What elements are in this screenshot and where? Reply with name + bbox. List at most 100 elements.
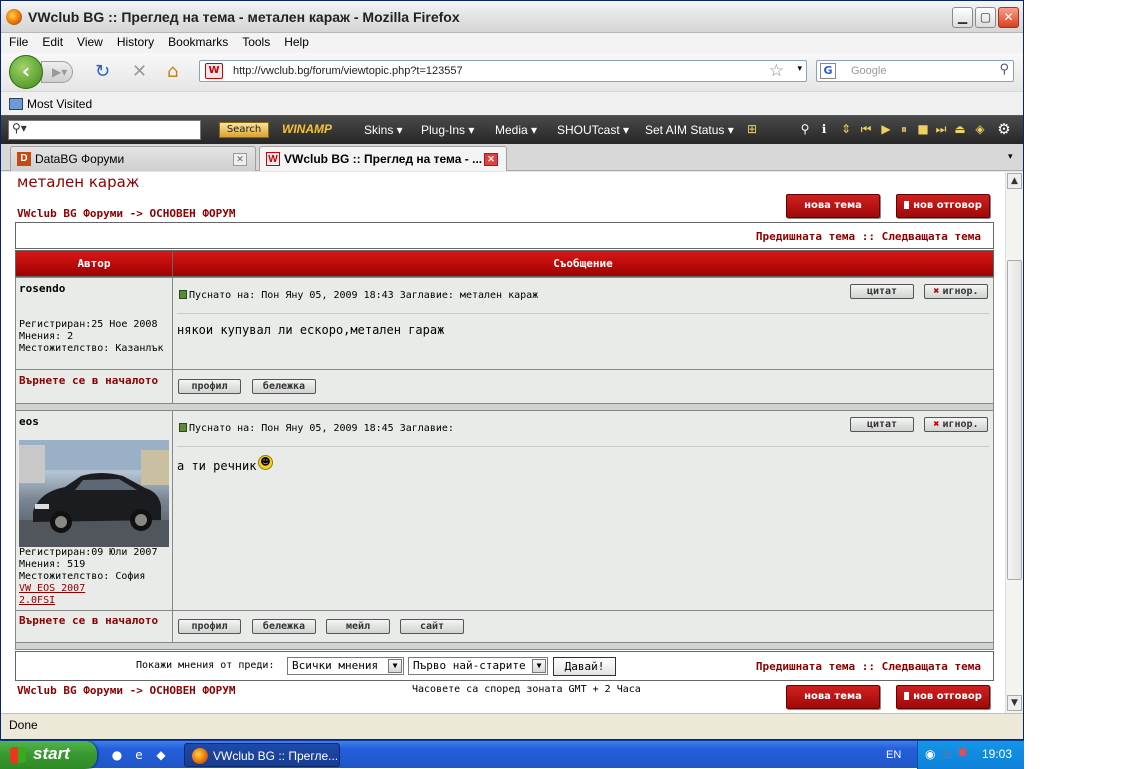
prev-next-topic-links[interactable]: Предишната тема :: Следващата тема	[756, 230, 981, 243]
vertical-scrollbar[interactable]: ▲ ▼	[1005, 172, 1023, 713]
car-link[interactable]: 2.0FSI	[19, 595, 55, 606]
winamp-plugins[interactable]: Plug-Ins ▾	[421, 123, 474, 137]
url-bar[interactable]: W http://vwclub.bg/forum/viewtopic.php?t…	[199, 60, 807, 82]
folder-icon	[9, 98, 23, 110]
firefox-quicklaunch-icon[interactable]: ●	[108, 746, 126, 764]
scroll-down-icon[interactable]: ▼	[1007, 695, 1022, 711]
zoom-icon[interactable]: ⚲	[798, 121, 812, 137]
ignore-button[interactable]: ✖ игнор.	[924, 417, 988, 432]
post-author-info: Регистриран:09 Юли 2007 Мнения: 519 Мест…	[19, 547, 158, 606]
menu-view[interactable]: View	[71, 33, 109, 51]
status-bar: Done	[1, 713, 1023, 737]
plus-icon[interactable]: ⊞	[745, 121, 759, 137]
message-column-header: Съобщение	[172, 250, 994, 277]
menu-history[interactable]: History	[111, 33, 160, 51]
reload-icon[interactable]: ↻	[95, 62, 110, 82]
profile-button[interactable]: профил	[178, 379, 241, 394]
pause-icon[interactable]: ⏸	[897, 121, 911, 137]
winamp-search-input[interactable]: ⚲▾	[8, 120, 201, 140]
most-visited-bookmark[interactable]: Most Visited	[9, 97, 92, 111]
minimize-button[interactable]: ▁	[952, 7, 973, 28]
tab-list-icon[interactable]: ▾	[1008, 152, 1013, 162]
start-button[interactable]: start	[0, 741, 97, 769]
previous-icon[interactable]: ⏮	[859, 121, 873, 137]
sort-order-select[interactable]: Първо най-старите ▼	[408, 657, 548, 675]
new-topic-button[interactable]: нова тема	[786, 685, 880, 709]
menu-file[interactable]: File	[3, 33, 34, 51]
menu-bookmarks[interactable]: Bookmarks	[162, 33, 234, 51]
car-link[interactable]: VW EOS 2007	[19, 583, 85, 594]
close-tab-icon[interactable]: ✕	[233, 153, 247, 166]
timezone-note: Часовете са според зоната GMT + 2 Часа	[412, 684, 641, 695]
ignore-button[interactable]: ✖ игнор.	[924, 284, 988, 299]
google-icon[interactable]: G	[820, 63, 836, 79]
new-reply-button[interactable]: нов отговор	[896, 685, 990, 709]
shuffle-icon[interactable]: ⇕	[839, 121, 853, 137]
close-button[interactable]: ✕	[998, 7, 1019, 28]
tab-bar: D DataBG Форуми ✕ W VWclub BG :: Преглед…	[1, 144, 1023, 171]
tray-app-icon[interactable]: ◉	[925, 747, 935, 761]
close-tab-icon[interactable]: ✕	[484, 153, 498, 166]
profile-button[interactable]: профил	[178, 619, 241, 634]
app-quicklaunch-icon[interactable]: ◆	[152, 746, 170, 764]
search-placeholder: Google	[851, 65, 887, 77]
tray-network-icon[interactable]: ▣	[958, 747, 967, 758]
website-button[interactable]: сайт	[400, 619, 464, 634]
language-indicator[interactable]: EN	[886, 749, 901, 761]
days-filter-select[interactable]: Всички мнения ▼	[287, 657, 404, 675]
note-button[interactable]: бележка	[252, 619, 316, 634]
breadcrumb[interactable]: VWclub BG Форуми -> ОСНОВЕН ФОРУМ	[17, 684, 236, 697]
tray-antivirus-icon[interactable]: ♨	[942, 747, 953, 761]
topic-nav-row: Предишната тема :: Следващата тема	[15, 222, 994, 249]
ie-quicklaunch-icon[interactable]: e	[130, 746, 148, 764]
menu-tools[interactable]: Tools	[236, 33, 276, 51]
gear-icon[interactable]: ⚙	[997, 121, 1011, 137]
volume-icon[interactable]: ◈	[973, 121, 987, 137]
menu-help[interactable]: Help	[278, 33, 315, 51]
play-icon[interactable]: ▶	[879, 121, 893, 137]
new-reply-button[interactable]: нов отговор	[896, 194, 990, 218]
winamp-search-button[interactable]: Search	[219, 122, 269, 138]
maximize-button[interactable]: ▢	[975, 7, 996, 28]
winamp-skins[interactable]: Skins ▾	[364, 123, 403, 137]
home-icon[interactable]: ⌂	[167, 62, 178, 82]
breadcrumb[interactable]: VWclub BG Форуми -> ОСНОВЕН ФОРУМ	[17, 207, 236, 220]
magnifier-icon[interactable]: ⚲	[999, 62, 1009, 77]
back-to-top-link[interactable]: Върнете се в началото	[19, 614, 169, 627]
tab-vwclub[interactable]: W VWclub BG :: Преглед на тема - ... ✕	[259, 146, 507, 171]
scroll-up-icon[interactable]: ▲	[1007, 173, 1022, 189]
back-button[interactable]: ‹	[9, 55, 43, 89]
scrollbar-thumb[interactable]	[1007, 260, 1022, 580]
vwclub-favicon: W	[266, 152, 280, 166]
menu-edit[interactable]: Edit	[36, 33, 69, 51]
winamp-logo[interactable]: WINAMP	[282, 122, 332, 136]
quote-button[interactable]: цитат	[850, 284, 914, 299]
taskbar-firefox-button[interactable]: VWclub BG :: Прегле...	[184, 743, 340, 767]
post-body-cell	[172, 410, 994, 611]
post-author-name[interactable]: rosendo	[19, 282, 65, 295]
stop-icon[interactable]: ■	[916, 121, 930, 137]
stop-icon[interactable]: ✕	[132, 62, 147, 82]
tab-databg[interactable]: D DataBG Форуми ✕	[10, 146, 256, 171]
chevron-down-icon: ▼	[388, 659, 402, 673]
search-bar[interactable]: G Google ⚲	[816, 60, 1014, 82]
post-author-name[interactable]: eos	[19, 415, 39, 428]
post-divider	[177, 313, 989, 314]
forward-button[interactable]: ▶▾	[41, 61, 73, 83]
quote-button[interactable]: цитат	[850, 417, 914, 432]
new-topic-button[interactable]: нова тема	[786, 194, 880, 218]
winamp-aim-status[interactable]: Set AIM Status ▾	[645, 123, 734, 137]
winamp-shoutcast[interactable]: SHOUTcast ▾	[557, 123, 629, 137]
back-to-top-link[interactable]: Върнете се в началото	[19, 374, 169, 387]
note-button[interactable]: бележка	[252, 379, 316, 394]
prev-next-topic-links[interactable]: Предишната тема :: Следващата тема	[756, 660, 981, 673]
winamp-media[interactable]: Media ▾	[495, 123, 537, 137]
next-icon[interactable]: ⏭	[934, 121, 948, 137]
eject-icon[interactable]: ⏏	[953, 121, 967, 137]
site-favicon: W	[205, 63, 223, 79]
bookmark-star-icon[interactable]: ☆	[769, 61, 784, 81]
url-dropdown-icon[interactable]: ▾	[797, 64, 802, 74]
info-icon[interactable]: ℹ	[817, 121, 831, 137]
email-button[interactable]: мейл	[326, 619, 390, 634]
go-button[interactable]: Давай!	[553, 657, 616, 676]
